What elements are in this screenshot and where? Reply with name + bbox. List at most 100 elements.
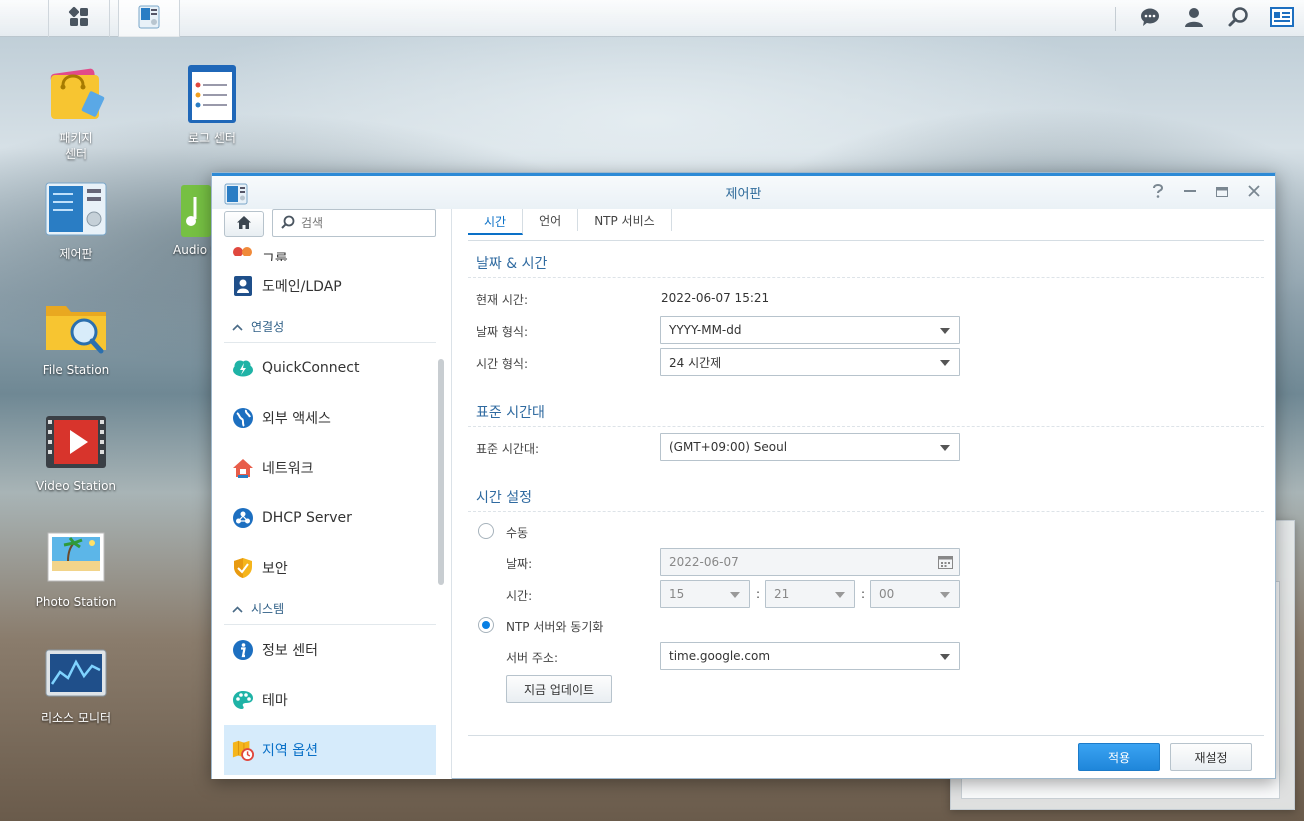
- desktop-icon-file-station[interactable]: File Station: [31, 294, 121, 378]
- minute-select[interactable]: 21: [765, 580, 855, 608]
- tab-time[interactable]: 시간: [468, 209, 524, 235]
- section-divider: [468, 426, 1264, 427]
- desktop-icon-label: 제어판: [59, 247, 93, 261]
- sidebar-item-regional-options[interactable]: 지역 옵션: [224, 725, 436, 775]
- sidebar-item-quickconnect[interactable]: QuickConnect: [224, 343, 436, 393]
- sidebar: 그룹 도메인/LDAP 연결성 QuickConnect: [212, 209, 452, 779]
- section-connectivity[interactable]: 연결성: [224, 311, 436, 343]
- sidebar-item-info-center[interactable]: 정보 센터: [224, 625, 436, 675]
- minimize-button[interactable]: [1181, 184, 1199, 202]
- resource-monitor-icon: [44, 642, 108, 706]
- section-label: 시스템: [251, 602, 285, 616]
- desktop-icon-label: Photo Station: [35, 595, 117, 609]
- desktop-icon-log-center[interactable]: 로그 센터: [167, 62, 257, 146]
- notifications-button[interactable]: [1128, 0, 1172, 37]
- shield-icon: [232, 557, 254, 579]
- footer-divider: [468, 735, 1264, 736]
- window-title-bar[interactable]: 제어판: [212, 173, 1275, 209]
- file-station-icon: [44, 294, 108, 358]
- taskbar-control-panel-button[interactable]: [118, 0, 180, 37]
- apply-button[interactable]: 적용: [1078, 743, 1160, 771]
- calendar-icon: [938, 555, 953, 572]
- sidebar-item-network[interactable]: 네트워크: [224, 443, 436, 493]
- sidebar-item-label: 보안: [262, 561, 288, 577]
- tab-ntp-service[interactable]: NTP 서비스: [578, 209, 672, 231]
- maximize-icon: [1216, 185, 1228, 201]
- hour-select[interactable]: 15: [660, 580, 750, 608]
- main-menu-button[interactable]: [48, 0, 110, 37]
- manual-label: 수동: [506, 526, 529, 540]
- photo-station-icon: [44, 526, 108, 590]
- sidebar-search[interactable]: [272, 209, 436, 237]
- chat-icon: [1139, 6, 1161, 31]
- sidebar-scrollbar[interactable]: [438, 359, 444, 585]
- sidebar-item-theme[interactable]: 테마: [224, 675, 436, 725]
- hour-value: 15: [669, 587, 685, 601]
- time-format-select[interactable]: 24 시간제: [660, 348, 960, 376]
- close-button[interactable]: [1245, 184, 1263, 202]
- search-button[interactable]: [1216, 0, 1260, 37]
- ntp-sync-radio[interactable]: [478, 617, 494, 633]
- section-title-date-time: 날짜 & 시간: [476, 256, 548, 272]
- desktop-icon-package-center[interactable]: 패키지 센터: [31, 62, 121, 162]
- date-label: 날짜:: [506, 557, 533, 571]
- section-title-timezone: 표준 시간대: [476, 405, 545, 421]
- taskbar: [0, 0, 1304, 37]
- group-icon: [232, 241, 254, 261]
- time-separator: :: [756, 587, 761, 601]
- desktop-icon-resource-monitor[interactable]: 리소스 모니터: [31, 642, 121, 726]
- desktop-icon-photo-station[interactable]: Photo Station: [31, 526, 121, 610]
- minute-value: 21: [774, 587, 790, 601]
- sidebar-item-group[interactable]: 그룹: [224, 241, 436, 261]
- dropdown-arrow-icon: [730, 592, 740, 598]
- user-button[interactable]: [1172, 0, 1216, 37]
- dropdown-arrow-icon: [940, 654, 950, 660]
- package-center-icon: [44, 62, 108, 126]
- desktop-icon-video-station[interactable]: Video Station: [31, 410, 121, 494]
- manual-radio[interactable]: [478, 523, 494, 539]
- current-time-label: 현재 시간:: [476, 293, 529, 307]
- date-format-label: 날짜 형식:: [476, 325, 529, 339]
- maximize-button[interactable]: [1213, 184, 1231, 202]
- second-select[interactable]: 00: [870, 580, 960, 608]
- search-icon: [1227, 6, 1249, 31]
- server-address-label: 서버 주소:: [506, 651, 559, 665]
- sidebar-item-label: DHCP Server: [262, 510, 352, 526]
- grid-icon: [68, 6, 90, 31]
- home-button[interactable]: [224, 211, 264, 237]
- sidebar-nav: 그룹 도메인/LDAP 연결성 QuickConnect 외부 액세스 네트워크…: [224, 241, 436, 775]
- reset-button[interactable]: 재설정: [1170, 743, 1252, 771]
- dropdown-arrow-icon: [940, 360, 950, 366]
- control-panel-icon: [224, 183, 248, 209]
- user-icon: [1183, 6, 1205, 31]
- date-format-select[interactable]: YYYY-MM-dd: [660, 316, 960, 344]
- section-divider: [468, 511, 1264, 512]
- info-center-icon: [232, 639, 254, 661]
- sidebar-item-label: 정보 센터: [262, 643, 318, 659]
- desktop-icon-control-panel[interactable]: 제어판: [31, 178, 121, 262]
- date-format-value: YYYY-MM-dd: [669, 323, 742, 337]
- sidebar-item-security[interactable]: 보안: [224, 543, 436, 593]
- update-now-button[interactable]: 지금 업데이트: [506, 675, 612, 703]
- server-address-select[interactable]: time.google.com: [660, 642, 960, 670]
- date-picker[interactable]: 2022-06-07: [660, 548, 960, 576]
- search-input[interactable]: [301, 216, 421, 230]
- time-format-label: 시간 형식:: [476, 357, 529, 371]
- widgets-button[interactable]: [1260, 0, 1304, 37]
- section-system[interactable]: 시스템: [224, 593, 436, 625]
- sidebar-item-external-access[interactable]: 외부 액세스: [224, 393, 436, 443]
- help-button[interactable]: [1149, 184, 1167, 202]
- video-station-icon: [44, 410, 108, 474]
- sidebar-item-dhcp-server[interactable]: DHCP Server: [224, 493, 436, 543]
- sidebar-item-domain-ldap[interactable]: 도메인/LDAP: [224, 261, 436, 311]
- control-panel-icon: [136, 4, 162, 33]
- close-icon: [1248, 185, 1260, 201]
- ntp-sync-label: NTP 서버와 동기화: [506, 620, 604, 634]
- tab-language[interactable]: 언어: [523, 209, 579, 231]
- window-title: 제어판: [725, 187, 762, 202]
- server-address-value: time.google.com: [669, 649, 771, 663]
- timezone-select[interactable]: (GMT+09:00) Seoul: [660, 433, 960, 461]
- second-value: 00: [879, 587, 895, 601]
- sidebar-item-label: 도메인/LDAP: [262, 279, 342, 295]
- sidebar-item-label: 테마: [262, 693, 288, 709]
